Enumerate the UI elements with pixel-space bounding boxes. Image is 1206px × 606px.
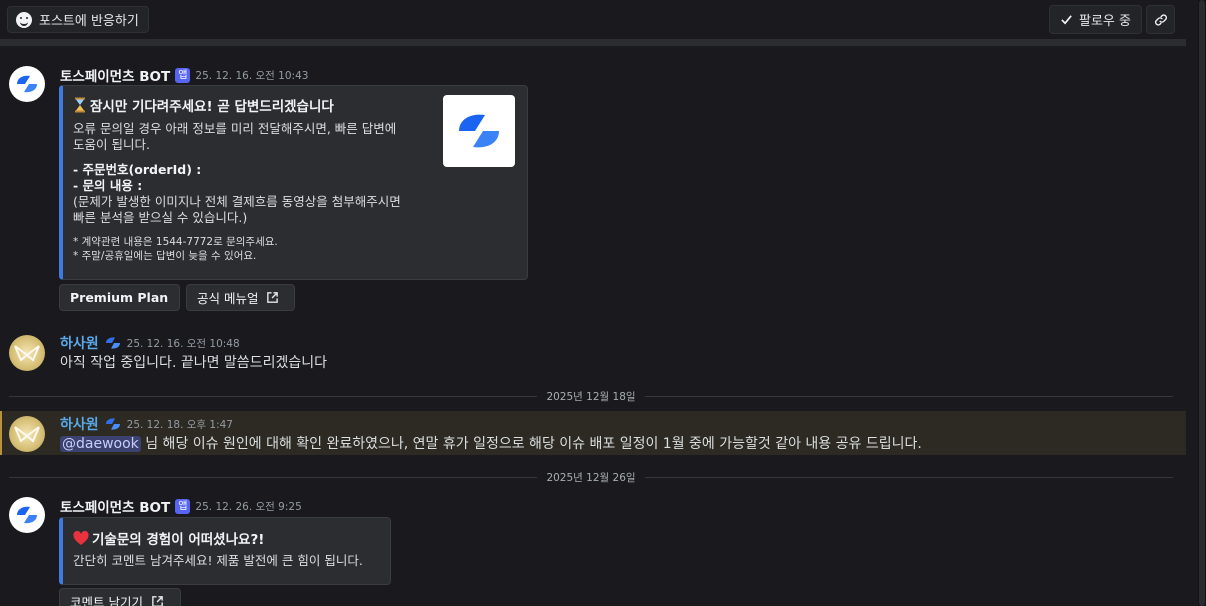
user-mention[interactable]: @daewook	[60, 436, 141, 452]
embed-fields: - 주문번호(orderId) : - 문의 내용 : (문제가 발생한 이미지…	[73, 162, 401, 225]
follow-button[interactable]: 팔로우 중	[1049, 5, 1142, 34]
scrollbar-thumb[interactable]	[1199, 0, 1205, 606]
embed-notes: * 계약관련 내용은 1544-7772로 문의주세요. * 주말/공휴일에는 …	[73, 236, 278, 262]
message-text: @daewook 님 해당 이슈 원인에 대해 확인 완료하였으나, 연말 휴가…	[60, 436, 922, 452]
smile-icon	[16, 11, 32, 28]
message-user-2: 하사원 25. 12. 18. 오후 1:47 @daewook 님 해당 이슈…	[0, 411, 1186, 455]
scrollbar-track[interactable]	[1198, 0, 1206, 606]
app-badge: 앱	[175, 498, 191, 514]
check-icon	[1061, 15, 1072, 25]
verified-badge-icon	[105, 337, 120, 349]
message-bot-1: 토스페이먼츠 BOT 앱 25. 12. 16. 오전 10:43 잠시만 기다…	[0, 60, 1186, 320]
tosspayments-logo-icon	[17, 75, 37, 93]
hourglass-icon	[75, 97, 85, 113]
timestamp: 25. 12. 18. 오후 1:47	[126, 418, 233, 431]
react-label: 포스트에 반응하기	[39, 14, 139, 29]
premium-plan-button[interactable]: Premium Plan	[59, 284, 180, 311]
date-separator: 2025년 12월 18일	[9, 389, 1173, 403]
avatar[interactable]	[9, 416, 45, 452]
embed-title: 기술문의 경험이 어떠셨나요?!	[73, 528, 264, 548]
verified-badge-icon	[105, 418, 120, 430]
post-toolbar: 포스트에 반응하기 팔로우 중	[0, 0, 1186, 40]
timestamp: 25. 12. 16. 오전 10:48	[126, 337, 240, 350]
message-header: 하사원 25. 12. 18. 오후 1:47	[60, 414, 233, 434]
copy-link-button[interactable]	[1146, 5, 1175, 34]
author-name[interactable]: 하사원	[60, 333, 99, 353]
app-badge: 앱	[175, 67, 191, 83]
author-name[interactable]: 토스페이먼츠 BOT	[60, 496, 170, 516]
author-name[interactable]: 토스페이먼츠 BOT	[60, 65, 170, 85]
date-separator: 2025년 12월 26일	[9, 470, 1173, 484]
message-bot-2: 토스페이먼츠 BOT 앱 25. 12. 26. 오전 9:25 기술문의 경험…	[0, 491, 1186, 606]
tosspayments-logo-icon	[459, 114, 499, 148]
embed-card: 잠시만 기다려주세요! 곧 답변드리겠습니다 오류 문의일 경우 아래 정보를 …	[59, 85, 528, 280]
heart-icon	[73, 530, 89, 545]
timestamp: 25. 12. 16. 오전 10:43	[195, 69, 309, 82]
author-name[interactable]: 하사원	[60, 414, 99, 434]
external-link-icon	[152, 596, 163, 606]
header-divider	[0, 39, 1186, 46]
embed-thumbnail[interactable]	[443, 95, 515, 167]
avatar[interactable]	[9, 497, 45, 533]
embed-title: 잠시만 기다려주세요! 곧 답변드리겠습니다	[73, 95, 334, 115]
link-icon	[1154, 13, 1167, 26]
avatar[interactable]	[9, 66, 45, 102]
external-link-icon	[267, 292, 279, 303]
react-to-post-button[interactable]: 포스트에 반응하기	[7, 6, 149, 33]
message-header: 토스페이먼츠 BOT 앱 25. 12. 26. 오전 9:25	[60, 496, 302, 516]
leave-comment-button[interactable]: 코멘트 남기기	[59, 588, 181, 606]
user-avatar-icon	[14, 426, 40, 443]
tosspayments-logo-icon	[17, 506, 37, 524]
message-text: 아직 작업 중입니다. 끝나면 말씀드리겠습니다	[60, 355, 327, 371]
message-header: 토스페이먼츠 BOT 앱 25. 12. 16. 오전 10:43	[60, 65, 308, 85]
official-manual-button[interactable]: 공식 메뉴얼	[186, 284, 295, 311]
embed-description: 간단히 코멘트 남겨주세요! 제품 발전에 큰 힘이 됩니다.	[73, 553, 363, 568]
message-user-1: 하사원 25. 12. 16. 오전 10:48 아직 작업 중입니다. 끝나면…	[0, 330, 1186, 375]
timestamp: 25. 12. 26. 오전 9:25	[195, 500, 302, 513]
user-avatar-icon	[14, 345, 40, 362]
follow-label: 팔로우 중	[1079, 14, 1131, 29]
embed-description: 오류 문의일 경우 아래 정보를 미리 전달해주시면, 빠른 답변에 도움이 됩…	[73, 121, 397, 152]
embed-card: 기술문의 경험이 어떠셨나요?! 간단히 코멘트 남겨주세요! 제품 발전에 큰…	[59, 517, 391, 585]
message-header: 하사원 25. 12. 16. 오전 10:48	[60, 333, 240, 353]
avatar[interactable]	[9, 335, 45, 371]
